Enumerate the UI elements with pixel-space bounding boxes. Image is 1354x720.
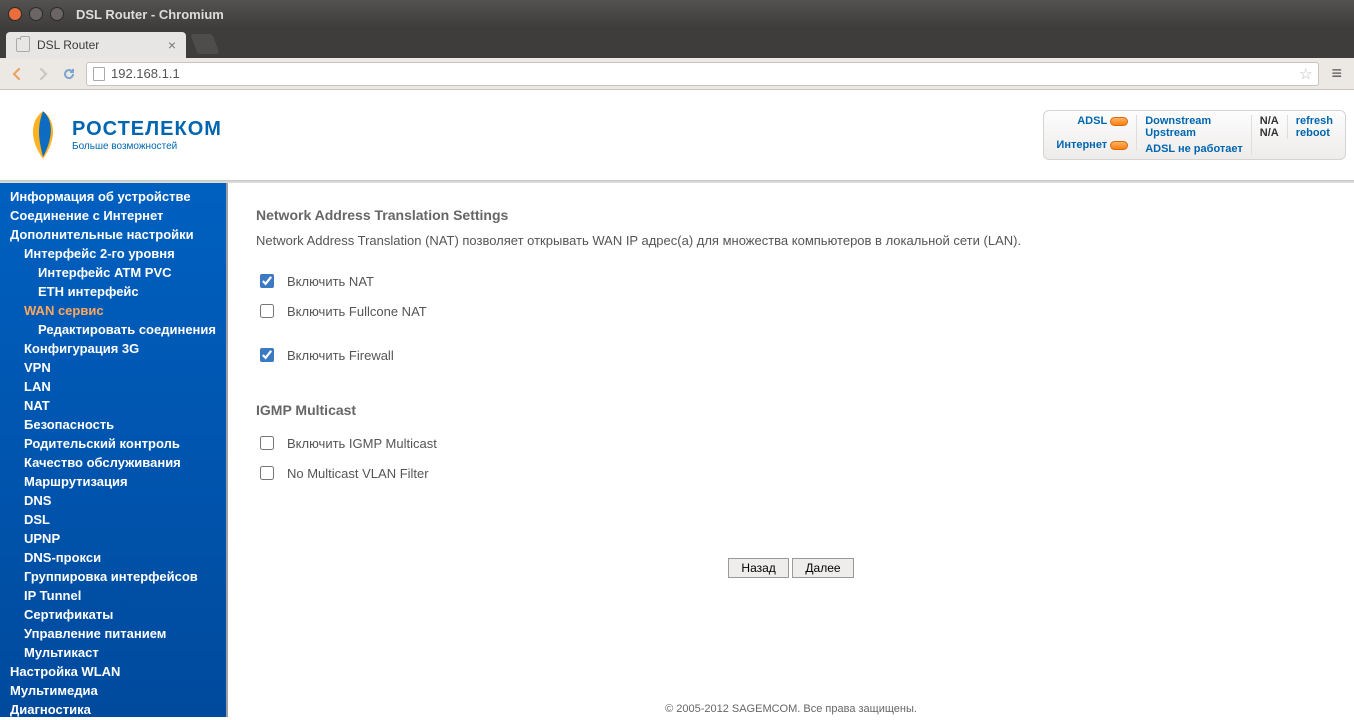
adsl-label: ADSL <box>1077 115 1107 127</box>
internet-led-icon <box>1110 141 1128 150</box>
window-maximize-button[interactable] <box>50 7 64 21</box>
enable-nat-checkbox[interactable] <box>260 274 274 288</box>
sidebar-item[interactable]: Информация об устройстве <box>0 187 226 206</box>
site-icon <box>93 67 105 81</box>
browser-tab[interactable]: DSL Router × <box>6 32 186 58</box>
downstream-label: Downstream <box>1145 115 1211 127</box>
adsl-status: ADSL не работает <box>1145 143 1243 155</box>
sidebar-item[interactable]: Мультимедиа <box>0 681 226 700</box>
footer-copyright: © 2005-2012 SAGEMCOM. Все права защищены… <box>228 701 1354 717</box>
logo-brand: РОСТЕЛЕКОМ <box>72 118 222 141</box>
tab-favicon <box>16 38 30 52</box>
tab-close-button[interactable]: × <box>160 37 176 53</box>
sidebar-item[interactable]: DNS-прокси <box>0 548 226 567</box>
internet-label: Интернет <box>1056 139 1107 151</box>
sidebar-item[interactable]: Редактировать соединения <box>0 320 226 339</box>
next-button-form[interactable]: Далее <box>792 558 853 578</box>
sidebar-item[interactable]: Конфигурация 3G <box>0 339 226 358</box>
sidebar: Информация об устройствеСоединение с Инт… <box>0 183 228 717</box>
adsl-led-icon <box>1110 117 1128 126</box>
sidebar-item[interactable]: UPNP <box>0 529 226 548</box>
sidebar-item[interactable]: DNS <box>0 491 226 510</box>
no-vlan-filter-checkbox[interactable] <box>260 466 274 480</box>
back-button-form[interactable]: Назад <box>728 558 788 578</box>
logo-tagline: Больше возможностей <box>72 141 222 152</box>
refresh-link[interactable]: refresh <box>1296 115 1333 127</box>
sidebar-item[interactable]: Группировка интерфейсов <box>0 567 226 586</box>
sidebar-item[interactable]: Родительский контроль <box>0 434 226 453</box>
sidebar-item[interactable]: Дополнительные настройки <box>0 225 226 244</box>
reload-button[interactable] <box>60 65 78 83</box>
window-minimize-button[interactable] <box>29 7 43 21</box>
sidebar-item[interactable]: ETH интерфейс <box>0 282 226 301</box>
igmp-heading: IGMP Multicast <box>256 402 1326 418</box>
logo-icon <box>24 109 62 161</box>
sidebar-item[interactable]: Диагностика <box>0 700 226 717</box>
browser-toolbar: 192.168.1.1 ☆ ≡ <box>0 58 1354 90</box>
sidebar-item[interactable]: WAN сервис <box>0 301 226 320</box>
window-titlebar: DSL Router - Chromium <box>0 0 1354 28</box>
window-close-button[interactable] <box>8 7 22 21</box>
upstream-value: N/A <box>1260 127 1279 139</box>
bookmark-star-icon[interactable]: ☆ <box>1299 65 1312 83</box>
window-title: DSL Router - Chromium <box>76 7 224 22</box>
enable-firewall-label: Включить Firewall <box>287 348 394 363</box>
sidebar-item[interactable]: Интерфейс 2-го уровня <box>0 244 226 263</box>
upstream-label: Upstream <box>1145 127 1196 139</box>
url-text: 192.168.1.1 <box>111 66 1293 81</box>
sidebar-item[interactable]: NAT <box>0 396 226 415</box>
sidebar-item[interactable]: IP Tunnel <box>0 586 226 605</box>
sidebar-item[interactable]: DSL <box>0 510 226 529</box>
url-input[interactable]: 192.168.1.1 ☆ <box>86 62 1319 86</box>
no-vlan-filter-label: No Multicast VLAN Filter <box>287 466 429 481</box>
sidebar-item[interactable]: Управление питанием <box>0 624 226 643</box>
forward-button[interactable] <box>34 65 52 83</box>
nat-description: Network Address Translation (NAT) позвол… <box>256 233 1326 248</box>
reboot-link[interactable]: reboot <box>1296 127 1333 139</box>
sidebar-item[interactable]: Безопасность <box>0 415 226 434</box>
new-tab-button[interactable] <box>190 34 219 54</box>
sidebar-item[interactable]: Сертификаты <box>0 605 226 624</box>
sidebar-item[interactable]: VPN <box>0 358 226 377</box>
browser-menu-button[interactable]: ≡ <box>1327 63 1346 84</box>
tab-title: DSL Router <box>37 38 99 52</box>
enable-igmp-checkbox[interactable] <box>260 436 274 450</box>
downstream-value: N/A <box>1260 115 1279 127</box>
enable-fullcone-label: Включить Fullcone NAT <box>287 304 427 319</box>
enable-igmp-label: Включить IGMP Multicast <box>287 436 437 451</box>
sidebar-item[interactable]: Мультикаст <box>0 643 226 662</box>
enable-fullcone-checkbox[interactable] <box>260 304 274 318</box>
status-panel: ADSL Интернет Downstream Upstream ADSL н… <box>1043 110 1346 160</box>
back-button[interactable] <box>8 65 26 83</box>
browser-tabstrip: DSL Router × <box>0 28 1354 58</box>
sidebar-item[interactable]: Маршрутизация <box>0 472 226 491</box>
router-header: РОСТЕЛЕКОМ Больше возможностей ADSL Инте… <box>0 90 1354 180</box>
sidebar-item[interactable]: Настройка WLAN <box>0 662 226 681</box>
sidebar-item[interactable]: Соединение с Интернет <box>0 206 226 225</box>
enable-nat-label: Включить NAT <box>287 274 374 289</box>
logo-block: РОСТЕЛЕКОМ Больше возможностей <box>24 109 222 161</box>
sidebar-item[interactable]: Качество обслуживания <box>0 453 226 472</box>
sidebar-item[interactable]: LAN <box>0 377 226 396</box>
enable-firewall-checkbox[interactable] <box>260 348 274 362</box>
nat-heading: Network Address Translation Settings <box>256 207 1326 223</box>
main-content: Network Address Translation Settings Net… <box>228 183 1354 717</box>
sidebar-item[interactable]: Интерфейс ATM PVC <box>0 263 226 282</box>
